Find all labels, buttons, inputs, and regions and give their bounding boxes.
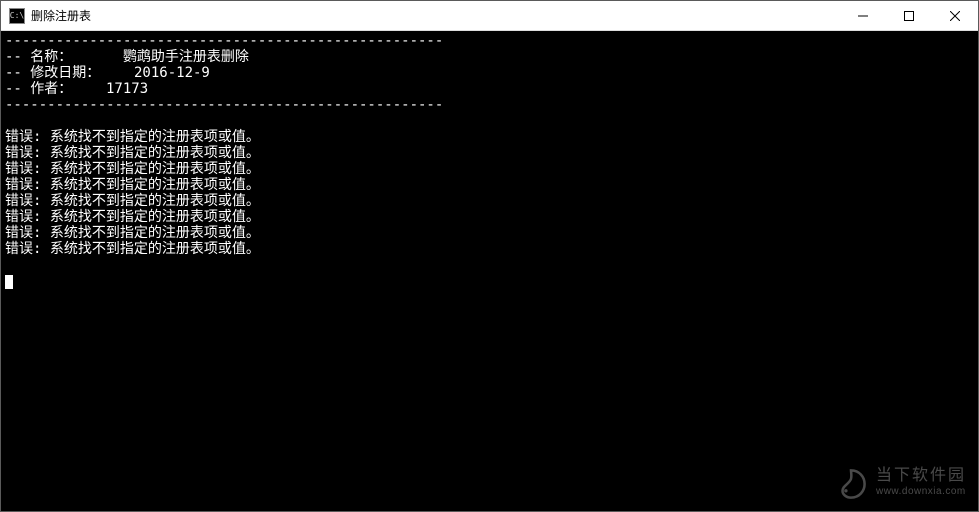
close-icon <box>950 11 960 21</box>
watermark: 当下软件园 www.downxia.com <box>834 467 966 501</box>
app-icon: C:\ <box>9 8 25 24</box>
watermark-brand: 当下软件园 <box>876 468 966 484</box>
titlebar[interactable]: C:\ 删除注册表 <box>1 1 978 31</box>
header-name-line: -- 名称： 鹦鹉助手注册表删除 <box>5 49 249 65</box>
cursor <box>5 275 13 289</box>
error-lines: 错误: 系统找不到指定的注册表项或值。 错误: 系统找不到指定的注册表项或值。 … <box>5 129 260 257</box>
window-controls <box>840 1 978 30</box>
terminal-output[interactable]: ----------------------------------------… <box>1 31 978 511</box>
window-title: 删除注册表 <box>31 7 840 24</box>
close-button[interactable] <box>932 1 978 30</box>
watermark-url: www.downxia.com <box>876 484 966 500</box>
separator-line: ----------------------------------------… <box>5 97 443 113</box>
separator-line: ----------------------------------------… <box>5 33 443 49</box>
app-window: C:\ 删除注册表 ------------------------------… <box>0 0 979 512</box>
maximize-button[interactable] <box>886 1 932 30</box>
watermark-logo-icon <box>834 467 868 501</box>
header-date-line: -- 修改日期： 2016-12-9 <box>5 65 210 81</box>
header-author-line: -- 作者： 17173 <box>5 81 148 97</box>
maximize-icon <box>904 11 914 21</box>
minimize-icon <box>858 11 868 21</box>
minimize-button[interactable] <box>840 1 886 30</box>
